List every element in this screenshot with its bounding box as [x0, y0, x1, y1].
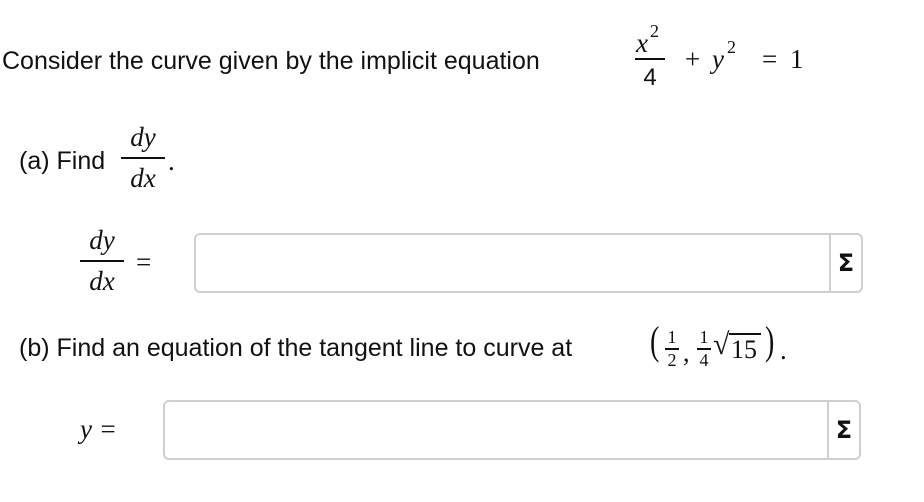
part-a-prompt: (a) Find: [19, 147, 106, 175]
point-close-paren: ): [764, 318, 775, 363]
part-b-answer-label: y =: [80, 414, 117, 444]
sigma-icon: Σ: [837, 249, 855, 277]
dx-denominator: dx: [130, 163, 156, 193]
point-x-fraction: 1 2: [664, 328, 680, 369]
part-b-answer-field[interactable]: Σ: [163, 400, 861, 460]
part-a-derivative: dy dx: [121, 124, 165, 192]
plus-sign: +: [685, 44, 701, 74]
point-comma: ,: [683, 338, 690, 367]
answer-dx: dx: [89, 266, 115, 296]
equals-sign: =: [762, 44, 778, 74]
y-variable: y: [712, 44, 724, 74]
y-den: 4: [699, 349, 709, 370]
point-y-fraction: 1 4: [696, 328, 712, 369]
sigma-icon: Σ: [835, 416, 853, 444]
y-exponent: 2: [727, 37, 736, 57]
x-squared-over-4: x 2 4: [628, 22, 672, 90]
denominator-4: 4: [643, 64, 657, 91]
part-a-answer-field[interactable]: Σ: [194, 233, 863, 293]
part-a-period: .: [168, 146, 175, 176]
part-a-sigma-button[interactable]: Σ: [829, 235, 861, 291]
x-den: 2: [667, 349, 677, 370]
dy-numerator: dy: [130, 122, 156, 152]
answer-dy: dy: [89, 225, 115, 255]
part-a-answer-label: dy dx: [80, 227, 124, 295]
part-b-sigma-button[interactable]: Σ: [827, 402, 859, 458]
intro-text: Consider the curve given by the implicit…: [2, 47, 540, 75]
part-b-period: .: [780, 335, 787, 365]
part-b-prompt: (b) Find an equation of the tangent line…: [19, 334, 573, 362]
radical-sign: √: [713, 328, 730, 361]
point-open-paren: (: [649, 318, 660, 363]
y-num: 1: [699, 327, 709, 347]
x-exponent: 2: [650, 21, 659, 41]
radicand-15: 15: [731, 335, 757, 364]
rhs-one: 1: [790, 44, 804, 74]
x-variable: x: [636, 28, 648, 58]
x-num: 1: [667, 327, 677, 347]
part-a-equals: =: [136, 247, 152, 277]
